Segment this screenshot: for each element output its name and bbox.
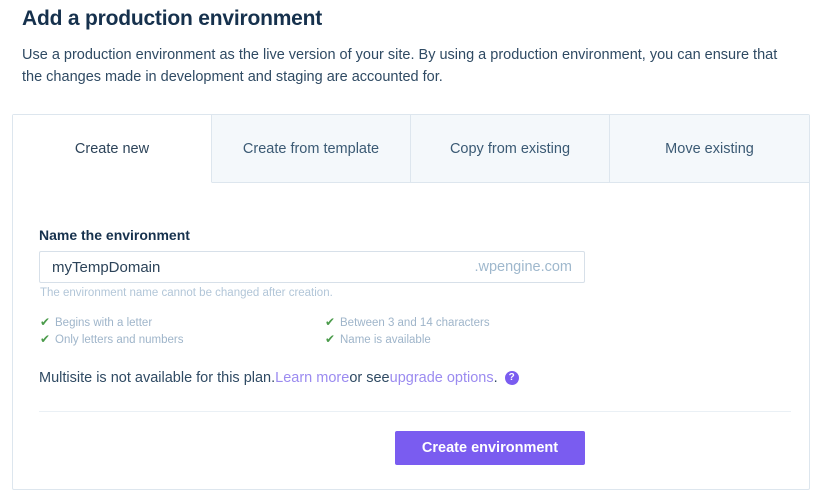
section-divider bbox=[39, 411, 791, 412]
learn-more-link[interactable]: Learn more bbox=[275, 370, 349, 386]
validation-column-left: ✔ Begins with a letter ✔ Only letters an… bbox=[40, 314, 183, 348]
upgrade-options-link[interactable]: upgrade options bbox=[390, 370, 494, 386]
validation-item: ✔ Begins with a letter bbox=[40, 314, 183, 331]
environment-name-label: Name the environment bbox=[39, 227, 190, 243]
validation-label: Only letters and numbers bbox=[55, 334, 184, 346]
create-environment-button[interactable]: Create environment bbox=[395, 431, 585, 465]
tab-label: Create from template bbox=[242, 140, 380, 157]
validation-column-right: ✔ Between 3 and 14 characters ✔ Name is … bbox=[325, 314, 490, 348]
tab-bar: Create new Create from template Copy fro… bbox=[13, 115, 809, 183]
tab-label: Copy from existing bbox=[449, 140, 571, 157]
multisite-text-before: Multisite is not available for this plan… bbox=[39, 370, 276, 386]
validation-item: ✔ Between 3 and 14 characters bbox=[325, 314, 490, 331]
tab-label: Create new bbox=[74, 140, 150, 157]
environment-name-help-text: The environment name cannot be changed a… bbox=[40, 287, 333, 299]
check-icon: ✔ bbox=[325, 315, 336, 329]
validation-label: Name is available bbox=[340, 334, 431, 346]
page-description: Use a production environment as the live… bbox=[22, 47, 778, 85]
validation-label: Between 3 and 14 characters bbox=[340, 317, 490, 329]
page-title: Add a production environment bbox=[22, 7, 323, 30]
add-environment-page: Add a production environment Use a produ… bbox=[0, 0, 821, 502]
multisite-notice: Multisite is not available for this plan… bbox=[39, 370, 519, 386]
multisite-text-middle: or see bbox=[349, 370, 390, 386]
multisite-text-after: . bbox=[493, 370, 498, 386]
tab-label: Move existing bbox=[665, 140, 754, 157]
environment-name-input-wrapper[interactable]: .wpengine.com bbox=[39, 251, 585, 283]
tab-move-existing[interactable]: Move existing bbox=[610, 115, 809, 183]
domain-suffix-label: .wpengine.com bbox=[474, 259, 572, 275]
check-icon: ✔ bbox=[325, 332, 336, 346]
environment-name-input[interactable] bbox=[40, 252, 475, 282]
validation-item: ✔ Name is available bbox=[325, 331, 490, 348]
help-circle-icon[interactable]: ? bbox=[504, 371, 519, 385]
tab-create-new[interactable]: Create new bbox=[13, 115, 212, 183]
tab-copy-from-existing[interactable]: Copy from existing bbox=[411, 115, 610, 183]
validation-item: ✔ Only letters and numbers bbox=[40, 331, 183, 348]
validation-label: Begins with a letter bbox=[55, 317, 153, 329]
environment-card: Create new Create from template Copy fro… bbox=[12, 114, 810, 490]
check-icon: ✔ bbox=[40, 315, 51, 329]
check-icon: ✔ bbox=[40, 332, 51, 346]
tab-create-from-template[interactable]: Create from template bbox=[212, 115, 411, 183]
